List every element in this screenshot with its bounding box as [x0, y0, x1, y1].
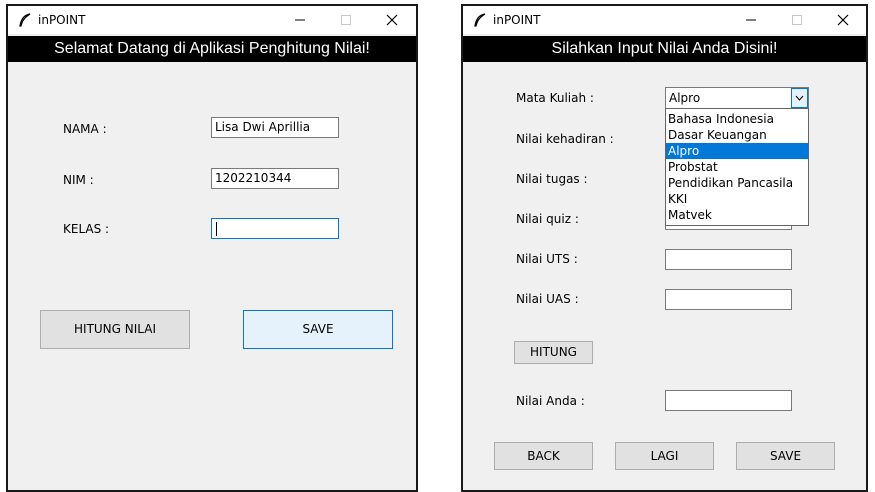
nilai-tugas-label: Nilai tugas : — [516, 172, 588, 186]
dropdown-option[interactable]: Probstat — [666, 159, 808, 175]
hitung-nilai-button[interactable]: HITUNG NILAI — [40, 310, 190, 349]
hitung-button[interactable]: HITUNG — [514, 341, 593, 364]
minimize-icon — [295, 19, 305, 21]
dropdown-option[interactable]: Bahasa Indonesia — [666, 111, 808, 127]
dropdown-option[interactable]: Alpro — [666, 143, 808, 159]
mata-kuliah-label: Mata Kuliah : — [516, 91, 594, 105]
nilai-uas-field[interactable] — [665, 289, 792, 310]
window-title: inPOINT — [38, 13, 86, 27]
minimize-button[interactable] — [277, 6, 323, 34]
nim-label: NIM : — [63, 173, 94, 187]
feather-icon — [18, 13, 32, 27]
maximize-icon — [341, 15, 351, 25]
maximize-button[interactable] — [774, 6, 820, 34]
nilai-quiz-label: Nilai quiz : — [516, 212, 579, 226]
nim-field[interactable]: 1202210344 — [211, 168, 339, 189]
mata-kuliah-combobox[interactable]: Alpro — [665, 87, 809, 109]
mata-kuliah-dropdown-list: Bahasa Indonesia Dasar Keuangan Alpro Probs… — [665, 108, 809, 226]
dropdown-option[interactable]: Dasar Keuangan — [666, 127, 808, 143]
nilai-uts-field[interactable] — [665, 249, 792, 270]
close-icon — [837, 14, 849, 26]
dropdown-option[interactable]: Matvek — [666, 207, 808, 223]
minimize-icon — [746, 19, 756, 21]
dropdown-toggle[interactable] — [791, 88, 808, 108]
feather-icon — [473, 13, 487, 27]
window-title: inPOINT — [493, 13, 541, 27]
kelas-label: KELAS : — [63, 222, 110, 236]
dropdown-option[interactable]: KKI — [666, 191, 808, 207]
input-banner: Silahkan Input Nilai Anda Disini! — [463, 36, 866, 62]
lagi-button[interactable]: LAGI — [615, 442, 714, 470]
maximize-icon — [792, 15, 802, 25]
save-button[interactable]: SAVE — [736, 442, 835, 470]
title-bar[interactable]: inPOINT — [8, 6, 416, 34]
text-caret — [216, 221, 217, 236]
back-button[interactable]: BACK — [494, 442, 593, 470]
nilai-uas-label: Nilai UAS : — [516, 292, 579, 306]
nilai-uts-label: Nilai UTS : — [516, 252, 578, 266]
maximize-button[interactable] — [323, 6, 369, 34]
save-button[interactable]: SAVE — [243, 310, 393, 349]
mata-kuliah-selected: Alpro — [669, 91, 701, 105]
chevron-down-icon — [795, 95, 804, 101]
welcome-banner: Selamat Datang di Aplikasi Penghitung Ni… — [8, 36, 416, 62]
nilai-anda-field[interactable] — [665, 390, 792, 411]
close-button[interactable] — [820, 6, 866, 34]
title-bar[interactable]: inPOINT — [463, 6, 866, 34]
nilai-anda-label: Nilai Anda : — [516, 394, 585, 408]
nama-label: NAMA : — [63, 122, 107, 136]
close-button[interactable] — [369, 6, 415, 34]
login-window: inPOINT Selamat Datang di Aplikasi Pengh… — [6, 4, 418, 492]
nilai-kehadiran-label: Nilai kehadiran : — [516, 132, 614, 146]
kelas-field[interactable] — [211, 218, 339, 239]
input-nilai-window: inPOINT Silahkan Input Nilai Anda Disini… — [461, 4, 868, 492]
nama-field[interactable]: Lisa Dwi Aprillia — [211, 117, 339, 138]
minimize-button[interactable] — [728, 6, 774, 34]
close-icon — [386, 14, 398, 26]
dropdown-option[interactable]: Pendidikan Pancasila — [666, 175, 808, 191]
